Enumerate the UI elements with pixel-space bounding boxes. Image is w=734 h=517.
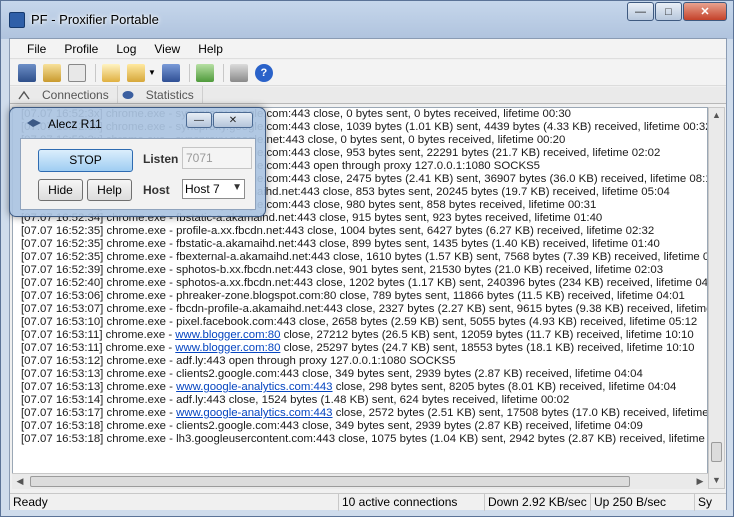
log-line: [07.07 16:52:40] chrome.exe - sphotos-a.… (21, 277, 708, 289)
menu-log[interactable]: Log (107, 42, 145, 56)
log-line: [07.07 16:52:39] chrome.exe - sphotos-b.… (21, 264, 664, 276)
host-select-value: Host 7 (185, 182, 220, 196)
status-up: Up 250 B/sec (590, 494, 694, 511)
status-connections: 10 active connections (338, 494, 486, 511)
log-line: [07.07 16:53:10] chrome.exe - pixel.face… (21, 316, 698, 328)
help-icon[interactable]: ? (254, 63, 273, 82)
log-line: [07.07 16:52:35] chrome.exe - fbstatic-a… (21, 238, 660, 250)
toolbar-separator (188, 63, 190, 82)
status-down: Down 2.92 KB/sec (484, 494, 590, 511)
menu-view[interactable]: View (145, 42, 189, 56)
menu-bar: File Profile Log View Help (10, 39, 726, 59)
host-select[interactable]: Host 7 ▼ (182, 179, 245, 199)
log-line: [07.07 16:53:11] chrome.exe - www.blogge… (13, 329, 707, 342)
status-bar: Ready 10 active connections Down 2.92 KB… (10, 493, 726, 511)
menu-profile[interactable]: Profile (55, 42, 107, 56)
dialog-body: STOP Hide Help Listen 7071 Host Host 7 ▼ (20, 138, 256, 210)
log-line: [07.07 16:53:18] chrome.exe - lh3.google… (21, 433, 708, 445)
advanced-icon[interactable] (195, 63, 214, 82)
scroll-thumb[interactable] (30, 476, 630, 487)
listen-label: Listen (143, 152, 179, 166)
stop-button[interactable]: STOP (38, 149, 133, 172)
log-line-prefix: [07.07 16:53:11] chrome.exe - (21, 329, 176, 341)
log-line-suffix: close, 27212 bytes (26.5 KB) sent, 12059… (280, 329, 694, 341)
menu-help[interactable]: Help (189, 42, 232, 56)
tab-statistics[interactable]: Statistics (118, 86, 203, 103)
toolbar-separator (222, 63, 224, 82)
host-label: Host (143, 183, 170, 197)
dialog-controls: — ✕ (185, 112, 253, 128)
log-line-link[interactable]: www.google-analytics.com:443 (176, 407, 332, 419)
window-title: PF - Proxifier Portable (31, 12, 159, 27)
dialog-app-icon (27, 119, 41, 127)
log-line: [07.07 16:53:13] chrome.exe - clients2.g… (21, 368, 643, 380)
scroll-thumb[interactable] (711, 442, 722, 462)
log-line-link[interactable]: www.google-analytics.com:443 (176, 381, 332, 393)
tab-label: Statistics (145, 88, 194, 102)
log-line: [07.07 16:53:12] chrome.exe - adf.ly:443… (21, 355, 456, 367)
minimize-button[interactable]: — (627, 2, 654, 21)
close-button[interactable]: ✕ (683, 2, 727, 21)
log-line: [07.07 16:52:35] chrome.exe - profile-a.… (21, 225, 655, 237)
dialog-title: Alecz R11 (48, 117, 102, 131)
status-extra: Sy (694, 494, 726, 511)
dialog-minimize-button[interactable]: — (186, 112, 212, 128)
tab-label: Connections (42, 88, 109, 102)
open-folder-icon[interactable] (127, 63, 145, 82)
chevron-down-icon[interactable]: ▼ (148, 68, 156, 77)
log-line-prefix: [07.07 16:53:17] chrome.exe - (21, 407, 177, 419)
log-line-suffix: close, 25297 bytes (24.7 KB) sent, 18553… (280, 342, 695, 354)
toolbar: ▼ ? (10, 60, 726, 86)
log-line: [07.07 16:52:35] chrome.exe - fbexternal… (21, 251, 708, 263)
title-bar[interactable]: PF - Proxifier Portable — □ ✕ (1, 1, 733, 39)
window-controls: — □ ✕ (626, 2, 727, 21)
log-line: [07.07 16:53:17] chrome.exe - www.google… (13, 407, 707, 420)
save-icon[interactable] (161, 63, 180, 82)
log-line: [07.07 16:53:18] chrome.exe - clients2.g… (21, 420, 643, 432)
statistics-icon (122, 91, 134, 99)
new-profile-icon[interactable] (18, 63, 36, 82)
add-rule-icon[interactable] (102, 63, 120, 82)
log-line: [07.07 16:53:14] chrome.exe - adf.ly:443… (21, 394, 570, 406)
status-ready: Ready (13, 495, 48, 509)
alecz-dialog: Alecz R11 — ✕ STOP Hide Help Listen 7071… (9, 107, 266, 217)
log-line-link[interactable]: www.blogger.com:80 (175, 329, 280, 341)
log-line-suffix: close, 2572 bytes (2.51 KB) sent, 17508 … (332, 407, 708, 419)
log-line-suffix: close, 298 bytes sent, 8205 bytes (8.01 … (332, 381, 677, 393)
print-preview-icon[interactable] (68, 63, 86, 82)
dialog-close-button[interactable]: ✕ (213, 112, 253, 128)
toolbar-separator (95, 63, 96, 82)
maximize-button[interactable]: □ (655, 2, 682, 21)
log-line-prefix: [07.07 16:53:11] chrome.exe - (21, 342, 176, 354)
menu-file[interactable]: File (18, 42, 55, 56)
log-line: [07.07 16:53:07] chrome.exe - fbcdn-prof… (21, 303, 708, 315)
log-line: [07.07 16:53:11] chrome.exe - www.blogge… (13, 342, 707, 355)
vertical-scrollbar[interactable]: ▲ ▼ (708, 107, 725, 489)
log-line: [07.07 16:53:13] chrome.exe - www.google… (13, 381, 707, 394)
horizontal-scrollbar[interactable]: ◀ ▶ (12, 473, 708, 489)
log-line: [07.07 16:53:06] chrome.exe - phreaker-z… (21, 290, 685, 302)
scroll-left-icon[interactable]: ◀ (12, 474, 28, 489)
chevron-down-icon: ▼ (232, 182, 242, 193)
help-button[interactable]: Help (87, 179, 132, 201)
printer-icon[interactable] (229, 63, 248, 82)
log-line-link[interactable]: www.blogger.com:80 (175, 342, 280, 354)
log-line-prefix: [07.07 16:53:13] chrome.exe - (21, 381, 177, 393)
scroll-right-icon[interactable]: ▶ (692, 474, 708, 489)
tab-connections[interactable]: Connections (14, 86, 118, 103)
scroll-down-icon[interactable]: ▼ (709, 473, 724, 488)
tab-strip: Connections Statistics (10, 86, 726, 104)
hide-button[interactable]: Hide (38, 179, 83, 201)
proxifier-window: PF - Proxifier Portable — □ ✕ File Profi… (0, 0, 734, 517)
listen-port-field[interactable]: 7071 (182, 147, 252, 169)
scroll-up-icon[interactable]: ▲ (709, 108, 724, 123)
open-profile-icon[interactable] (43, 63, 61, 82)
connections-icon (18, 90, 30, 100)
app-icon (9, 12, 25, 28)
